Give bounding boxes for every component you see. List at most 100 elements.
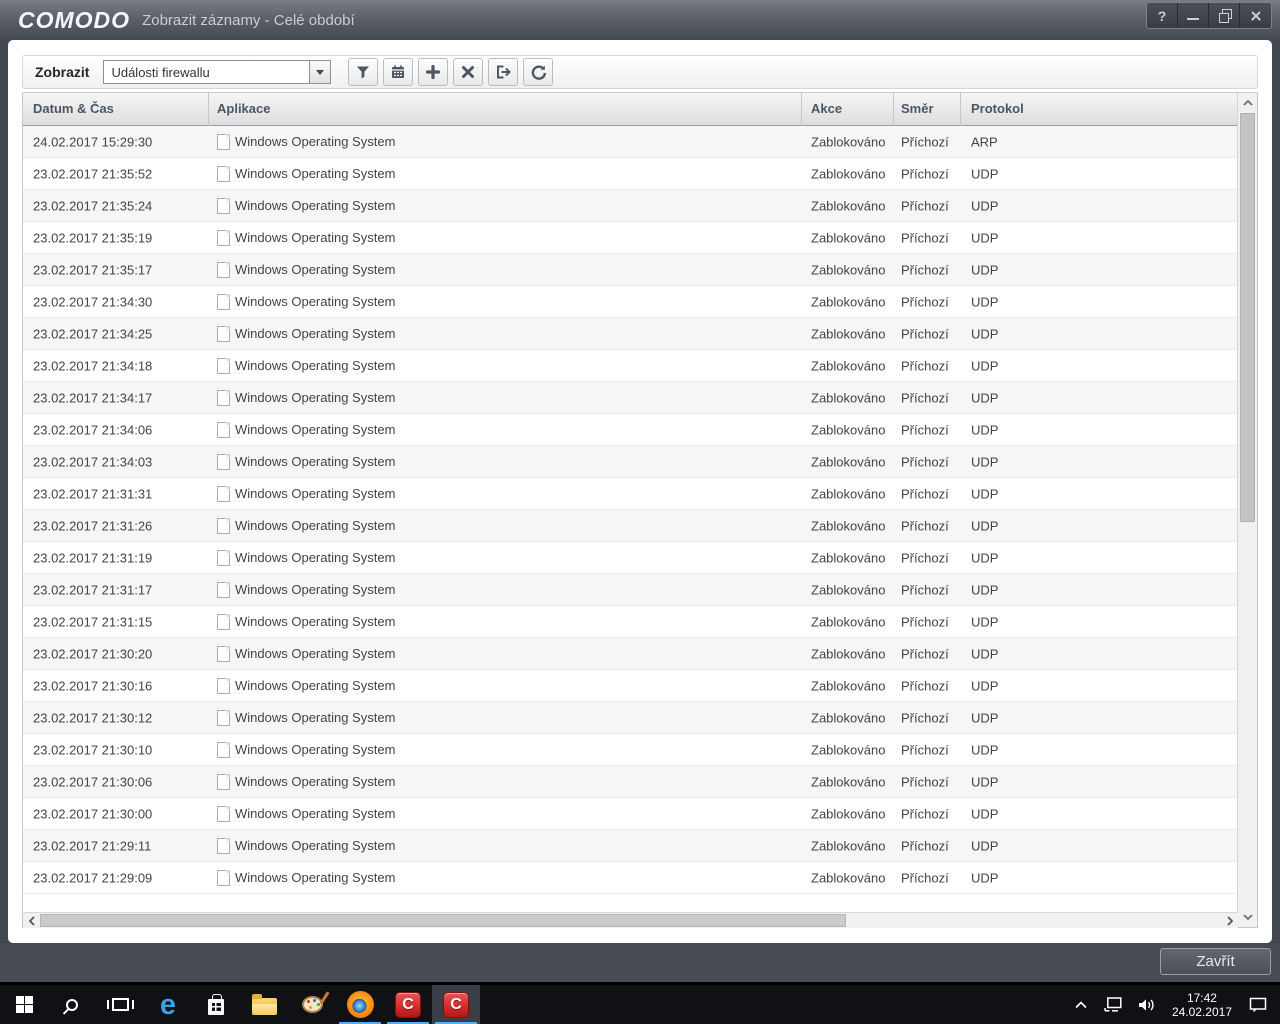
cell-application: Windows Operating System: [217, 773, 395, 790]
cell-datetime: 23.02.2017 21:30:10: [33, 742, 153, 757]
file-icon: [217, 741, 230, 758]
table-row[interactable]: 23.02.2017 21:34:17 Windows Operating Sy…: [23, 382, 1238, 414]
cell-protocol: UDP: [971, 422, 999, 437]
column-header-protocol[interactable]: Protokol: [971, 101, 1024, 116]
cell-datetime: 23.02.2017 21:35:52: [33, 166, 153, 181]
column-header-application[interactable]: Aplikace: [217, 101, 270, 116]
comodo-button[interactable]: C: [384, 985, 432, 1024]
cell-application: Windows Operating System: [217, 805, 396, 822]
filter-button[interactable]: [348, 58, 379, 86]
file-explorer-button[interactable]: [240, 985, 288, 1024]
table-row[interactable]: 23.02.2017 21:34:18 Windows Operating Sy…: [23, 350, 1238, 382]
cell-application: Windows Operating System: [217, 485, 395, 502]
add-icon: [426, 64, 441, 80]
firefox-button[interactable]: [336, 985, 384, 1024]
cell-protocol: UDP: [971, 294, 999, 309]
table-row[interactable]: 23.02.2017 21:29:09 Windows Operating Sy…: [23, 862, 1238, 894]
scroll-left-arrow-icon[interactable]: [23, 913, 40, 928]
network-button[interactable]: [1097, 985, 1129, 1024]
search-button[interactable]: [48, 985, 96, 1024]
file-icon: [217, 805, 230, 822]
file-icon: [217, 293, 230, 310]
column-header-direction[interactable]: Směr: [901, 101, 934, 116]
cell-action: Zablokováno: [811, 870, 886, 885]
refresh-button[interactable]: [523, 58, 554, 86]
table-row[interactable]: 23.02.2017 21:31:19 Windows Operating Sy…: [23, 542, 1238, 574]
horizontal-scrollbar-thumb[interactable]: [40, 914, 846, 927]
file-icon: [217, 261, 230, 278]
column-divider: [208, 93, 209, 126]
cell-datetime: 23.02.2017 21:31:15: [33, 614, 153, 629]
cell-application: Windows Operating System: [217, 229, 395, 246]
tray-chevron-icon: [1075, 1001, 1087, 1009]
table-row[interactable]: 23.02.2017 21:34:30 Windows Operating Sy…: [23, 286, 1238, 318]
store-button[interactable]: [192, 985, 240, 1024]
cell-protocol: UDP: [971, 710, 999, 725]
table-row[interactable]: 23.02.2017 21:30:06 Windows Operating Sy…: [23, 766, 1238, 798]
export-button[interactable]: [488, 58, 519, 86]
comodo-icon: C: [395, 991, 421, 1018]
cell-protocol: UDP: [971, 870, 999, 885]
taskbar-clock[interactable]: 17:42 24.02.2017: [1164, 991, 1240, 1019]
scroll-up-arrow-icon[interactable]: [1238, 93, 1258, 113]
app-name: Windows Operating System: [235, 806, 396, 821]
start-button[interactable]: [0, 985, 48, 1024]
table-row[interactable]: 23.02.2017 21:34:06 Windows Operating Sy…: [23, 414, 1238, 446]
table-row[interactable]: 23.02.2017 21:30:20 Windows Operating Sy…: [23, 638, 1238, 670]
cell-direction: Příchozí: [901, 678, 949, 693]
restore-button[interactable]: [1209, 3, 1240, 28]
file-icon: [217, 869, 230, 886]
scroll-right-arrow-icon[interactable]: [1221, 913, 1238, 928]
tray-chevron-button[interactable]: [1067, 985, 1095, 1024]
table-row[interactable]: 23.02.2017 21:31:17 Windows Operating Sy…: [23, 574, 1238, 606]
delete-button[interactable]: [453, 58, 484, 86]
cell-action: Zablokováno: [811, 614, 886, 629]
column-divider: [960, 93, 961, 126]
table-row[interactable]: 23.02.2017 21:31:26 Windows Operating Sy…: [23, 510, 1238, 542]
dropdown-arrow-button[interactable]: [309, 61, 331, 83]
add-button[interactable]: [418, 58, 449, 86]
table-row[interactable]: 24.02.2017 15:29:30 Windows Operating Sy…: [23, 126, 1238, 158]
table-row[interactable]: 23.02.2017 21:30:16 Windows Operating Sy…: [23, 670, 1238, 702]
cell-action: Zablokováno: [811, 582, 886, 597]
cell-action: Zablokováno: [811, 262, 886, 277]
table-row[interactable]: 23.02.2017 21:30:12 Windows Operating Sy…: [23, 702, 1238, 734]
table-row[interactable]: 23.02.2017 21:29:11 Windows Operating Sy…: [23, 830, 1238, 862]
table-row[interactable]: 23.02.2017 21:31:15 Windows Operating Sy…: [23, 606, 1238, 638]
table-row[interactable]: 23.02.2017 21:35:24 Windows Operating Sy…: [23, 190, 1238, 222]
paint-button[interactable]: [288, 985, 336, 1024]
table-row[interactable]: 23.02.2017 21:30:00 Windows Operating Sy…: [23, 798, 1238, 830]
task-view-button[interactable]: [96, 985, 144, 1024]
table-row[interactable]: 23.02.2017 21:31:31 Windows Operating Sy…: [23, 478, 1238, 510]
log-type-dropdown[interactable]: Události firewallu: [103, 60, 332, 84]
cell-action: Zablokováno: [811, 198, 886, 213]
volume-button[interactable]: [1131, 985, 1162, 1024]
file-icon: [217, 133, 230, 150]
scroll-down-arrow-icon[interactable]: [1238, 907, 1258, 927]
cell-action: Zablokováno: [811, 486, 886, 501]
column-header-action[interactable]: Akce: [811, 101, 842, 116]
table-row[interactable]: 23.02.2017 21:35:17 Windows Operating Sy…: [23, 254, 1238, 286]
calendar-button[interactable]: [383, 58, 414, 86]
edge-button[interactable]: e: [144, 985, 192, 1024]
cell-action: Zablokováno: [811, 518, 886, 533]
close-button[interactable]: [1240, 3, 1271, 28]
vertical-scrollbar-thumb[interactable]: [1240, 113, 1255, 522]
table-row[interactable]: 23.02.2017 21:30:10 Windows Operating Sy…: [23, 734, 1238, 766]
cell-application: Windows Operating System: [217, 293, 395, 310]
cell-application: Windows Operating System: [217, 261, 395, 278]
table-row[interactable]: 23.02.2017 21:35:19 Windows Operating Sy…: [23, 222, 1238, 254]
cell-datetime: 23.02.2017 21:30:00: [33, 806, 153, 821]
file-icon: [217, 197, 230, 214]
table-row[interactable]: 23.02.2017 21:34:25 Windows Operating Sy…: [23, 318, 1238, 350]
close-window-button[interactable]: Zavřít: [1160, 948, 1271, 975]
comodo-active-button[interactable]: C: [432, 985, 480, 1024]
minimize-button[interactable]: [1178, 3, 1209, 28]
help-button[interactable]: ?: [1147, 3, 1178, 28]
table-row[interactable]: 23.02.2017 21:34:03 Windows Operating Sy…: [23, 446, 1238, 478]
column-header-datetime[interactable]: Datum & Čas: [33, 101, 114, 116]
vertical-scrollbar[interactable]: [1237, 93, 1257, 927]
action-center-button[interactable]: [1242, 985, 1274, 1024]
horizontal-scrollbar[interactable]: [23, 912, 1238, 928]
table-row[interactable]: 23.02.2017 21:35:52 Windows Operating Sy…: [23, 158, 1238, 190]
